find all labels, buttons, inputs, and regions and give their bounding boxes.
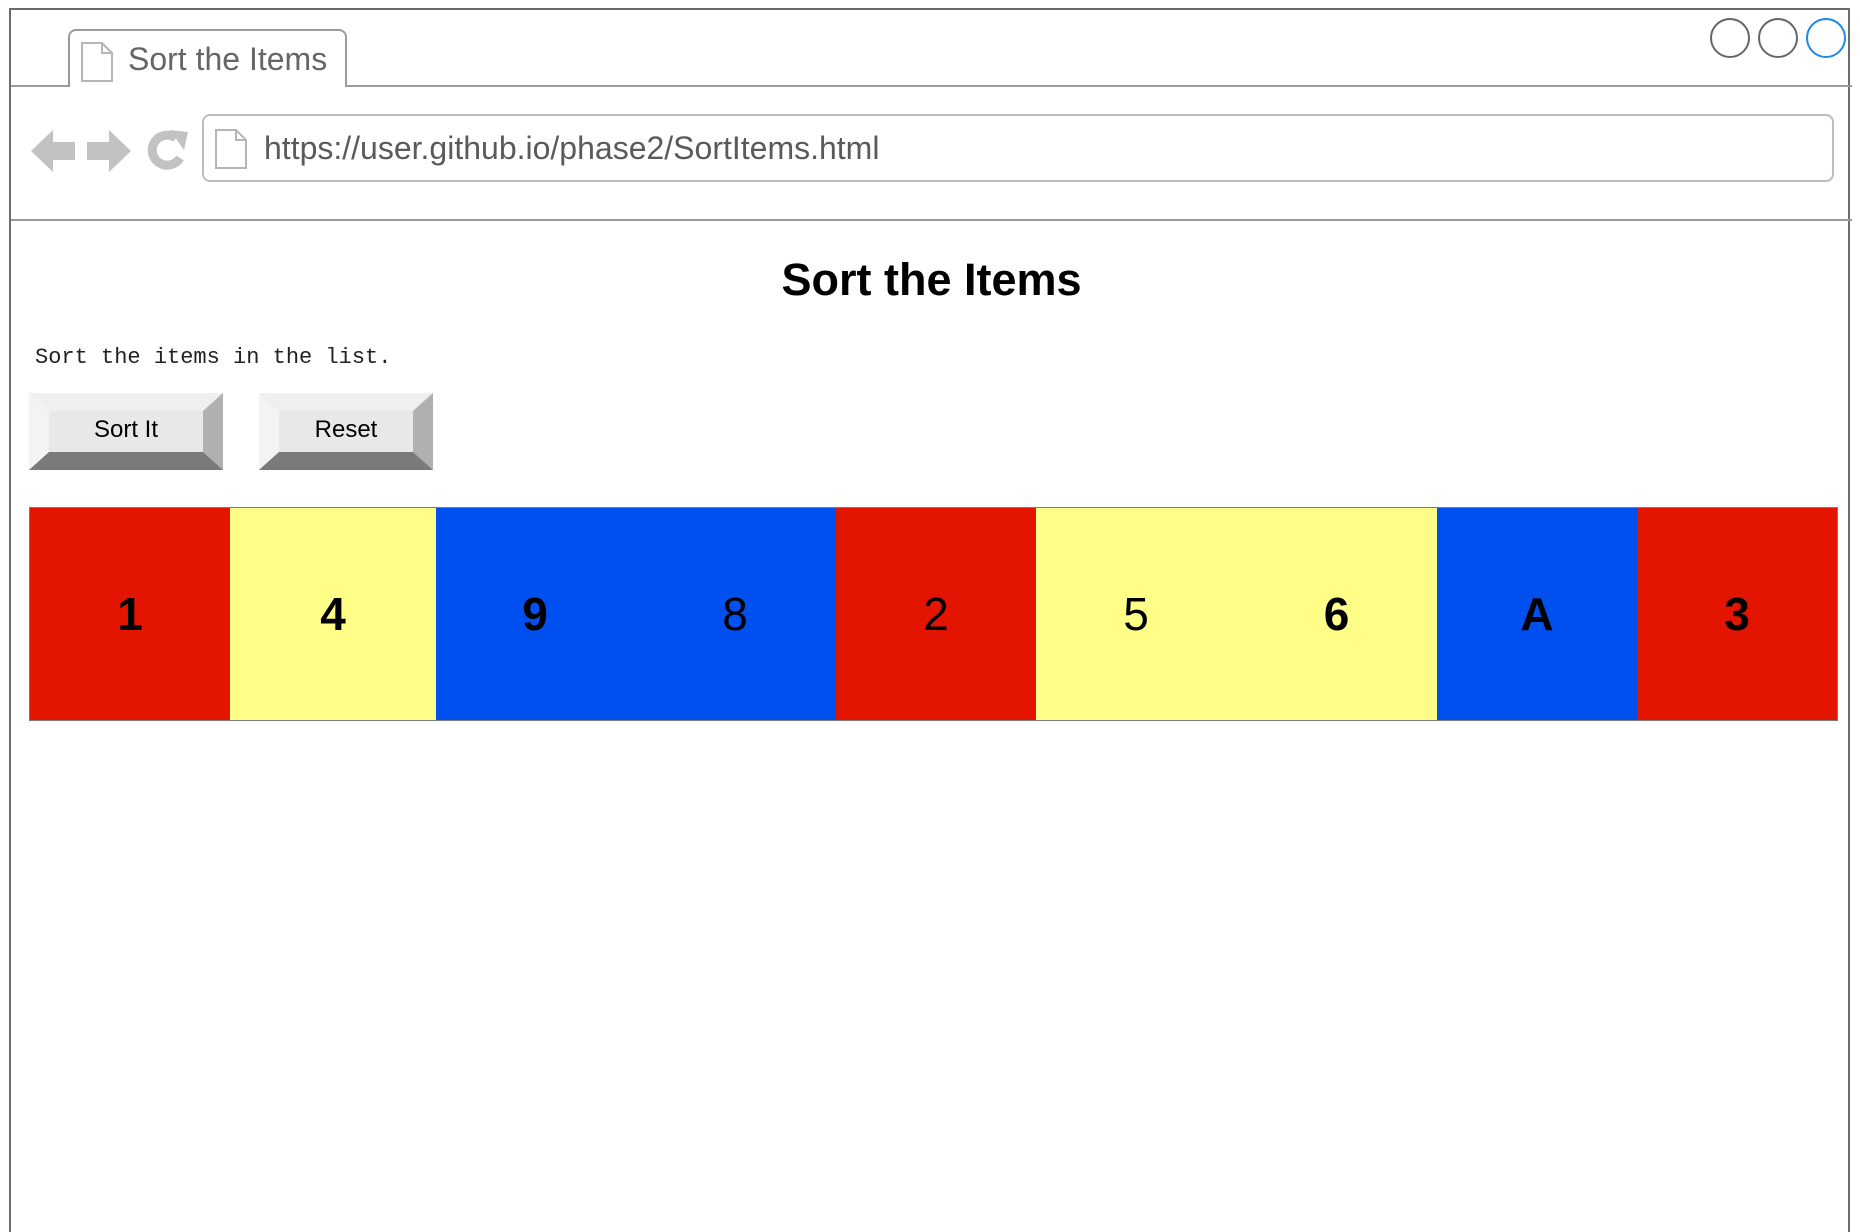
- reset-button[interactable]: Reset: [259, 393, 433, 470]
- list-item[interactable]: A: [1437, 508, 1637, 720]
- list-item[interactable]: 1: [30, 508, 230, 720]
- sort-button[interactable]: Sort It: [29, 393, 223, 470]
- reload-button[interactable]: [146, 128, 190, 174]
- list-item[interactable]: 3: [1637, 508, 1837, 720]
- browser-window: Sort the Items https://user.github.io/ph…: [9, 8, 1852, 1232]
- browser-tab[interactable]: Sort the Items: [68, 29, 347, 87]
- reset-button-label: Reset: [314, 416, 378, 443]
- page-document-icon: [215, 129, 247, 169]
- instructions-text: Sort the items in the list.: [35, 345, 392, 370]
- toolbar-divider: [11, 219, 1852, 221]
- list-item[interactable]: 5: [1036, 508, 1236, 720]
- list-item[interactable]: 2: [836, 508, 1036, 720]
- window-control-maximize[interactable]: [1758, 18, 1798, 58]
- window-control-minimize[interactable]: [1710, 18, 1750, 58]
- url-text: https://user.github.io/phase2/SortItems.…: [264, 130, 880, 166]
- window-control-close[interactable]: [1806, 18, 1846, 58]
- address-bar[interactable]: https://user.github.io/phase2/SortItems.…: [202, 114, 1834, 182]
- list-item[interactable]: 8: [634, 508, 836, 720]
- list-item[interactable]: 6: [1236, 508, 1437, 720]
- sort-button-label: Sort It: [93, 416, 159, 443]
- reload-icon: [147, 130, 188, 170]
- document-icon: [81, 42, 113, 82]
- tab-title: Sort the Items: [128, 41, 328, 77]
- forward-button[interactable]: [87, 128, 131, 174]
- forward-arrow-icon: [87, 130, 131, 172]
- back-button[interactable]: [31, 128, 75, 174]
- page-title: Sort the Items: [781, 254, 1082, 305]
- list-item[interactable]: 9: [436, 508, 634, 720]
- sortable-item-list: 1 4 9 8 2 5 6 A 3: [29, 507, 1838, 721]
- back-arrow-icon: [31, 130, 75, 172]
- list-item[interactable]: 4: [230, 508, 436, 720]
